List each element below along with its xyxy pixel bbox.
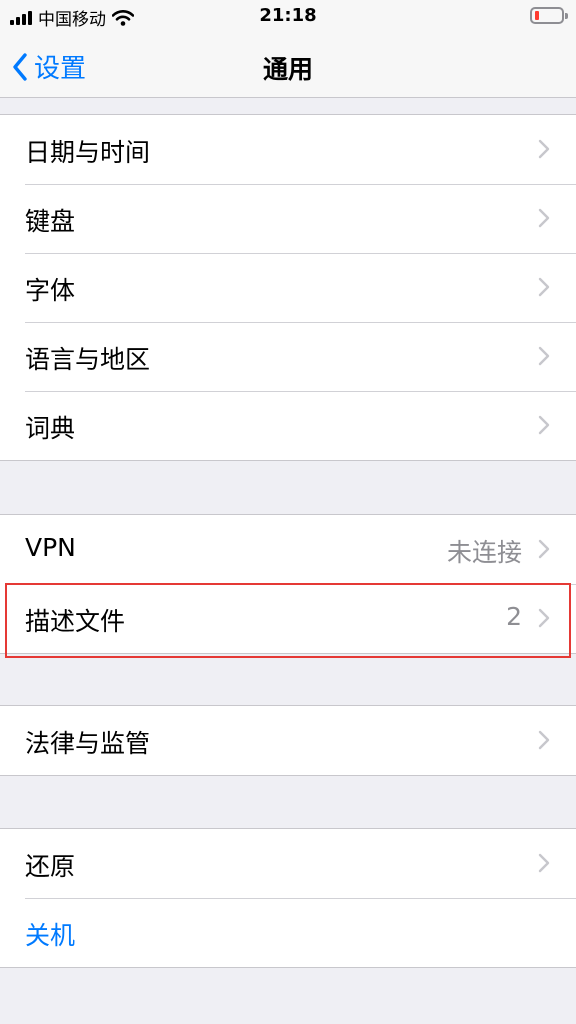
page-title: 通用 (262, 55, 313, 84)
row-label: 词典 (25, 414, 76, 443)
chevron-right-icon (538, 730, 550, 750)
chevron-right-icon (538, 853, 550, 873)
shutdown-label: 关机 (25, 921, 76, 950)
row-label: 字体 (25, 276, 76, 305)
highlight-box (5, 583, 571, 658)
battery-icon (530, 7, 568, 24)
row-keyboard[interactable]: 键盘 (0, 184, 576, 253)
row-shutdown[interactable]: 关机 (0, 898, 576, 967)
chevron-right-icon (538, 277, 550, 297)
row-label: 日期与时间 (25, 138, 151, 167)
row-vpn[interactable]: VPN 未连接 (0, 515, 576, 584)
row-date-time[interactable]: 日期与时间 (0, 115, 576, 184)
row-label: 语言与地区 (25, 345, 151, 374)
row-label: 键盘 (25, 207, 76, 236)
settings-group-reset: 还原 关机 (0, 828, 576, 968)
screen: 中国移动 21:18 设置 通用 日期与时间 键盘 字体 语言与地区 词典 VP… (0, 0, 576, 1024)
row-label: VPN (25, 533, 76, 562)
row-language-region[interactable]: 语言与地区 (0, 322, 576, 391)
row-label: 还原 (25, 852, 76, 881)
settings-group-legal: 法律与监管 (0, 705, 576, 776)
nav-bar: 设置 通用 (0, 34, 576, 98)
row-label: 法律与监管 (25, 729, 151, 758)
chevron-right-icon (538, 539, 550, 559)
row-legal-regulatory[interactable]: 法律与监管 (0, 706, 576, 775)
chevron-right-icon (538, 208, 550, 228)
row-reset[interactable]: 还原 (0, 829, 576, 898)
chevron-right-icon (538, 415, 550, 435)
row-fonts[interactable]: 字体 (0, 253, 576, 322)
chevron-right-icon (538, 346, 550, 366)
settings-group-general: 日期与时间 键盘 字体 语言与地区 词典 (0, 114, 576, 461)
status-time: 21:18 (259, 5, 317, 26)
chevron-right-icon (538, 139, 550, 159)
row-dictionary[interactable]: 词典 (0, 391, 576, 460)
status-bar: 中国移动 21:18 (0, 0, 576, 34)
vpn-status-value: 未连接 (446, 538, 522, 567)
